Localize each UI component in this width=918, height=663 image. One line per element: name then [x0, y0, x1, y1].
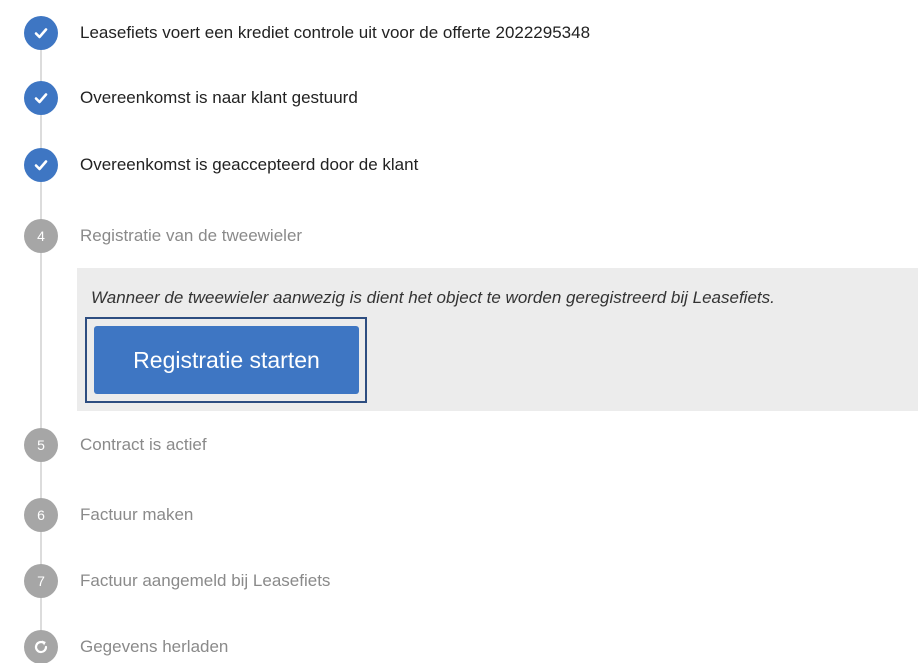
reload-data-link[interactable]: Gegevens herladen [0, 630, 918, 663]
step-label: Leasefiets voert een krediet controle ui… [80, 23, 591, 42]
step-label: Factuur aangemeld bij Leasefiets [80, 571, 331, 590]
step-create-invoice: 6 Factuur maken [0, 498, 918, 538]
step-agreement-accepted: Overeenkomst is geaccepteerd door de kla… [0, 148, 918, 188]
registration-description: Wanneer de tweewieler aanwezig is dient … [91, 288, 775, 307]
step-registration: 4 Registratie van de tweewieler [0, 219, 918, 259]
start-registration-button[interactable]: Registratie starten [94, 326, 359, 394]
step-number-badge: 6 [24, 498, 58, 532]
checkmark-icon [24, 148, 58, 182]
step-label: Registratie van de tweewieler [80, 226, 303, 245]
step-label: Factuur maken [80, 505, 194, 524]
progress-stepper: Leasefiets voert een krediet controle ui… [0, 0, 918, 663]
step-label: Overeenkomst is naar klant gestuurd [80, 88, 358, 107]
checkmark-icon [24, 16, 58, 50]
step-number-badge: 5 [24, 428, 58, 462]
step-number-badge: 7 [24, 564, 58, 598]
step-number-badge: 4 [24, 219, 58, 253]
step-credit-check: Leasefiets voert een krediet controle ui… [0, 16, 918, 56]
reload-label[interactable]: Gegevens herladen [80, 637, 228, 657]
button-focus-frame: Registratie starten [85, 317, 367, 403]
refresh-icon[interactable] [24, 630, 58, 663]
checkmark-icon [24, 81, 58, 115]
step-label: Contract is actief [80, 435, 207, 454]
timeline-line [40, 32, 42, 647]
step-agreement-sent: Overeenkomst is naar klant gestuurd [0, 81, 918, 121]
registration-panel: Wanneer de tweewieler aanwezig is dient … [77, 268, 918, 411]
step-contract-active: 5 Contract is actief [0, 428, 918, 468]
step-invoice-registered: 7 Factuur aangemeld bij Leasefiets [0, 564, 918, 604]
step-label: Overeenkomst is geaccepteerd door de kla… [80, 155, 419, 174]
